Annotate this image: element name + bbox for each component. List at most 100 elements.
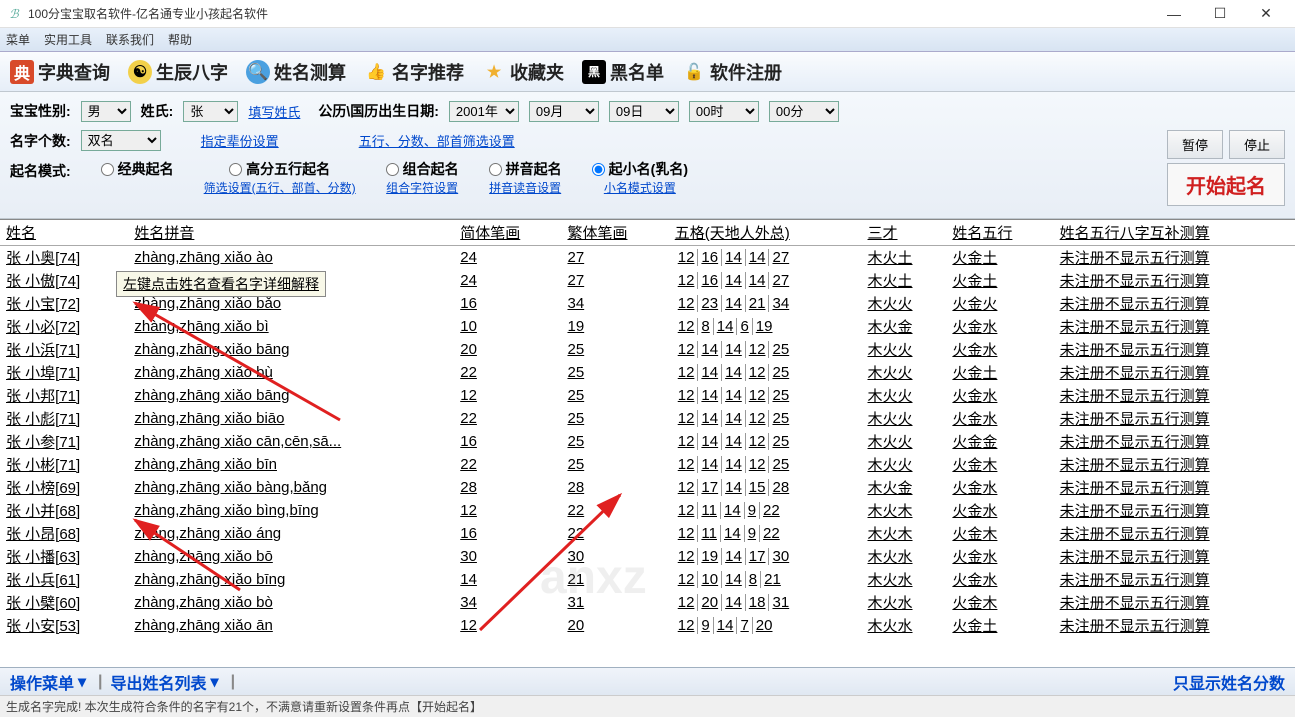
- col-simp[interactable]: 简体笔画: [454, 220, 561, 246]
- minute-select[interactable]: 00分: [769, 101, 839, 122]
- menu-main[interactable]: 菜单: [6, 31, 30, 48]
- menu-help[interactable]: 帮助: [168, 31, 192, 48]
- cell-name[interactable]: 张 小必[72]: [0, 315, 128, 338]
- mode-high-sub[interactable]: 筛选设置(五行、部首、分数): [204, 179, 356, 196]
- cell-name[interactable]: 张 小檗[60]: [0, 591, 128, 614]
- cell-name[interactable]: 张 小傲[74]: [0, 269, 128, 292]
- year-select[interactable]: 2001年: [449, 101, 519, 122]
- tool-tuijian[interactable]: 👍名字推荐: [364, 59, 464, 85]
- mode-nick-sub[interactable]: 小名模式设置: [604, 179, 676, 196]
- cell-name[interactable]: 张 小兵[61]: [0, 568, 128, 591]
- cell-name[interactable]: 张 小彪[71]: [0, 407, 128, 430]
- mode-combo-sub[interactable]: 组合字符设置: [386, 179, 458, 196]
- cell-wuge: 1214141225: [669, 430, 862, 453]
- table-row[interactable]: 张 小彪[71]zhàng,zhāng xiǎo biāo22251214141…: [0, 407, 1295, 430]
- count-select[interactable]: 双名: [81, 130, 161, 151]
- table-row[interactable]: 张 小奥[74]zhàng,zhāng xiǎo ào2427121614142…: [0, 246, 1295, 270]
- col-trad[interactable]: 繁体笔画: [561, 220, 668, 246]
- cell-name[interactable]: 张 小浜[71]: [0, 338, 128, 361]
- cell-trad: 25: [561, 384, 668, 407]
- cell-pinyin: zhàng,zhāng xiǎo ān: [128, 614, 454, 637]
- mode-nick[interactable]: 起小名(乳名): [592, 159, 688, 179]
- cell-name[interactable]: 张 小彬[71]: [0, 453, 128, 476]
- cell-trad: 22: [561, 522, 668, 545]
- menu-contact[interactable]: 联系我们: [106, 31, 154, 48]
- op-menu[interactable]: 操作菜单: [10, 670, 74, 694]
- cell-simp: 16: [454, 430, 561, 453]
- table-row[interactable]: 张 小必[72]zhàng,zhāng xiǎo bì101912814619木…: [0, 315, 1295, 338]
- cell-sancai: 木火木: [862, 499, 947, 522]
- day-select[interactable]: 09日: [609, 101, 679, 122]
- table-row[interactable]: 张 小浜[71]zhàng,zhāng xiǎo bāng20251214141…: [0, 338, 1295, 361]
- table-row[interactable]: 张 小昂[68]zhàng,zhāng xiǎo áng162212111492…: [0, 522, 1295, 545]
- table-row[interactable]: 张 小并[68]zhàng,zhāng xiǎo bìng,bīng122212…: [0, 499, 1295, 522]
- cell-comp: 未注册不显示五行测算: [1054, 292, 1295, 315]
- star-icon: ★: [482, 60, 506, 84]
- table-row[interactable]: 张 小邦[71]zhàng,zhāng xiǎo bāng12251214141…: [0, 384, 1295, 407]
- cell-wuxing: 火金水: [946, 568, 1053, 591]
- cell-wuxing: 火金土: [946, 361, 1053, 384]
- cell-name[interactable]: 张 小并[68]: [0, 499, 128, 522]
- birth-label: 公历\国历出生日期:: [318, 101, 439, 121]
- maximize-button[interactable]: ☐: [1197, 0, 1243, 28]
- cell-name[interactable]: 张 小埠[71]: [0, 361, 128, 384]
- cell-sancai: 木火土: [862, 246, 947, 270]
- table-row[interactable]: 张 小榜[69]zhàng,zhāng xiǎo bàng,bǎng282812…: [0, 476, 1295, 499]
- mode-pinyin[interactable]: 拼音起名: [489, 159, 562, 179]
- statusbar: 生成名字完成! 本次生成符合条件的名字有21个，不满意请重新设置条件再点【开始起…: [0, 695, 1295, 717]
- table-row[interactable]: 张 小安[53]zhàng,zhāng xiǎo ān122012914720木…: [0, 614, 1295, 637]
- table-row[interactable]: 张 小埠[71]zhàng,zhāng xiǎo bù2225121414122…: [0, 361, 1295, 384]
- cell-name[interactable]: 张 小奥[74]: [0, 246, 128, 270]
- pause-button[interactable]: 暂停: [1167, 130, 1223, 159]
- col-name[interactable]: 姓名: [0, 220, 128, 246]
- cell-name[interactable]: 张 小参[71]: [0, 430, 128, 453]
- table-row[interactable]: 张 小参[71]zhàng,zhāng xiǎo cān,cēn,sā...16…: [0, 430, 1295, 453]
- hour-select[interactable]: 00时: [689, 101, 759, 122]
- bei-link[interactable]: 指定辈份设置: [201, 131, 279, 150]
- mode-high[interactable]: 高分五行起名: [229, 159, 330, 179]
- cell-comp: 未注册不显示五行测算: [1054, 430, 1295, 453]
- close-button[interactable]: ✕: [1243, 0, 1289, 28]
- tool-blacklist[interactable]: 黑黑名单: [582, 59, 664, 85]
- show-scores-only[interactable]: 只显示姓名分数: [1173, 670, 1285, 694]
- cell-name[interactable]: 张 小昂[68]: [0, 522, 128, 545]
- cell-name[interactable]: 张 小安[53]: [0, 614, 128, 637]
- cell-name[interactable]: 张 小邦[71]: [0, 384, 128, 407]
- col-wuge[interactable]: 五格(天地人外总): [669, 220, 862, 246]
- export-list[interactable]: 导出姓名列表: [111, 670, 207, 694]
- table-row[interactable]: 张 小彬[71]zhàng,zhāng xiǎo bīn222512141412…: [0, 453, 1295, 476]
- gender-select[interactable]: 男: [81, 101, 131, 122]
- filter-link[interactable]: 五行、分数、部首筛选设置: [359, 131, 515, 150]
- surname-select[interactable]: 张: [183, 101, 238, 122]
- cell-simp: 20: [454, 338, 561, 361]
- surname-edit-link[interactable]: 填写姓氏: [248, 102, 300, 121]
- tool-fav[interactable]: ★收藏夹: [482, 59, 564, 85]
- col-wuxing[interactable]: 姓名五行: [946, 220, 1053, 246]
- cell-sancai: 木火火: [862, 453, 947, 476]
- start-button[interactable]: 开始起名: [1167, 163, 1285, 206]
- stop-button[interactable]: 停止: [1229, 130, 1285, 159]
- minimize-button[interactable]: —: [1151, 0, 1197, 28]
- cell-wuge: 121114922: [669, 522, 862, 545]
- table-row[interactable]: 张 小檗[60]zhàng,zhāng xiǎo bò3431122014183…: [0, 591, 1295, 614]
- month-select[interactable]: 09月: [529, 101, 599, 122]
- col-sancai[interactable]: 三才: [862, 220, 947, 246]
- cell-name[interactable]: 张 小宝[72]: [0, 292, 128, 315]
- table-row[interactable]: 张 小兵[61]zhàng,zhāng xiǎo bīng14211210148…: [0, 568, 1295, 591]
- tool-dict[interactable]: 典字典查询: [10, 59, 110, 85]
- cell-name[interactable]: 张 小榜[69]: [0, 476, 128, 499]
- cell-wuge: 121114922: [669, 499, 862, 522]
- tool-reg[interactable]: 🔓软件注册: [682, 59, 782, 85]
- cell-wuge: 1214141225: [669, 453, 862, 476]
- tool-cesuan[interactable]: 🔍姓名测算: [246, 59, 346, 85]
- col-comp[interactable]: 姓名五行八字互补测算: [1054, 220, 1295, 246]
- cell-name[interactable]: 张 小播[63]: [0, 545, 128, 568]
- mode-classic[interactable]: 经典起名: [101, 159, 174, 179]
- table-row[interactable]: 张 小播[63]zhàng,zhāng xiǎo bō3030121914173…: [0, 545, 1295, 568]
- menu-tools[interactable]: 实用工具: [44, 31, 92, 48]
- count-label: 名字个数:: [10, 131, 71, 151]
- tool-bazi[interactable]: ☯生辰八字: [128, 59, 228, 85]
- mode-combo[interactable]: 组合起名: [386, 159, 459, 179]
- col-pinyin[interactable]: 姓名拼音: [128, 220, 454, 246]
- mode-pinyin-sub[interactable]: 拼音读音设置: [489, 179, 561, 196]
